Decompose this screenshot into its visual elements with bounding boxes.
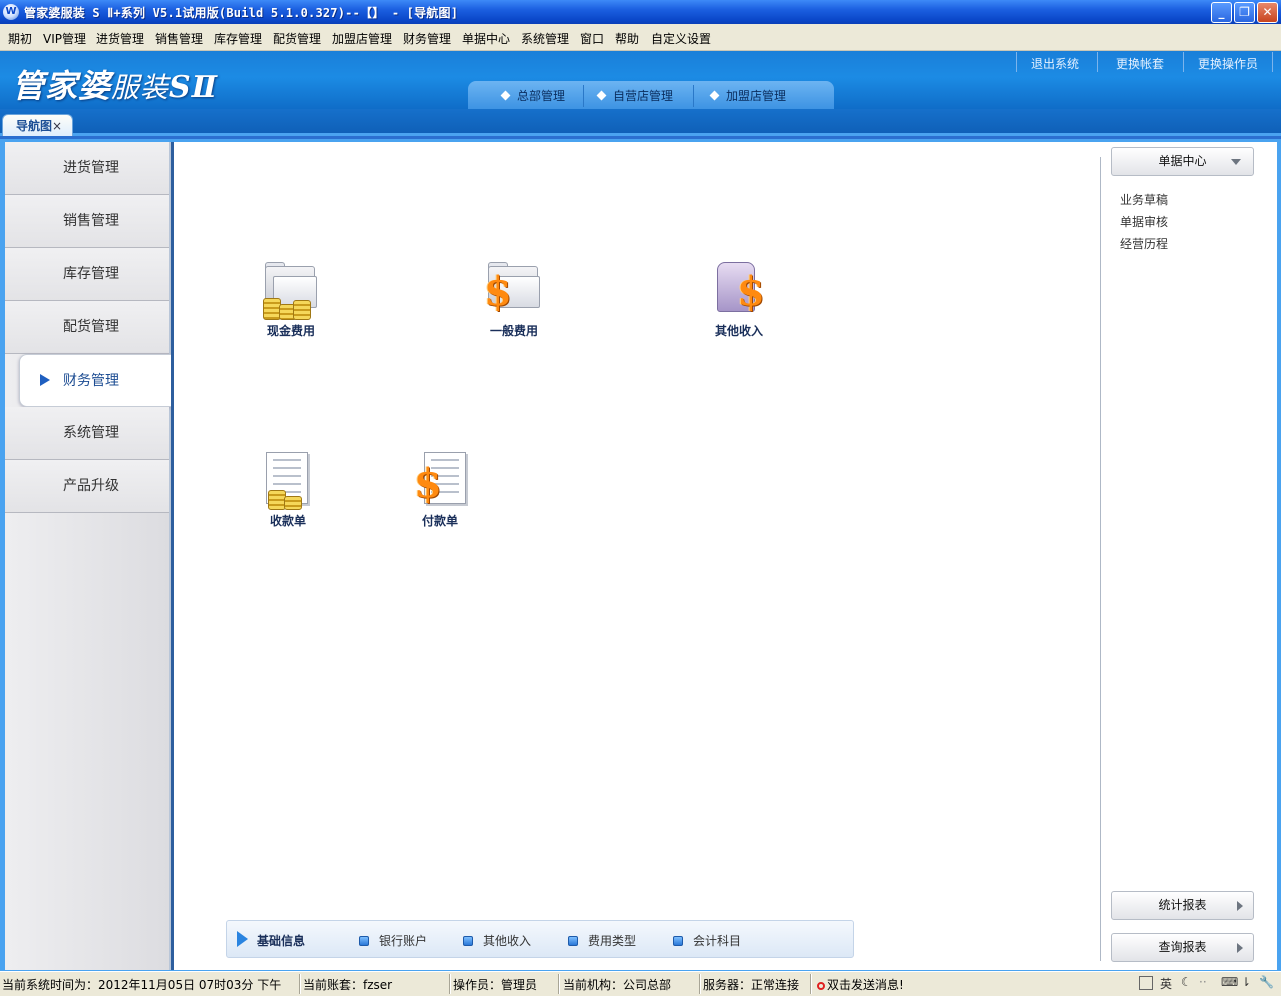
document-dollar-icon: $: [408, 452, 472, 510]
diamond-icon: [709, 90, 720, 101]
system-tray: 英 ☾ ·· ⌨ ⇂ 🔧: [1133, 973, 1281, 995]
business-draft-link[interactable]: 业务草稿: [1120, 191, 1168, 208]
logout-link[interactable]: 退出系统: [1031, 55, 1079, 72]
basic-info-bar: 基础信息 银行账户 其他收入 费用类型 会计科目: [226, 920, 854, 958]
brand-logo: 管家婆服装SⅡ: [12, 67, 218, 105]
accounting-subject-link[interactable]: 会计科目: [673, 932, 741, 949]
stats-report-button[interactable]: 统计报表: [1111, 891, 1254, 920]
tab-navigation-map[interactable]: 导航图×: [2, 114, 73, 136]
bullet-icon: [568, 936, 578, 946]
window-title: 管家婆服装 S Ⅱ+系列 V5.1试用版(Build 5.1.0.327)--【…: [24, 6, 459, 20]
chevron-right-icon: [1237, 901, 1243, 911]
ime-icon[interactable]: [1139, 976, 1153, 990]
menu-item-doc-center[interactable]: 单据中心: [462, 30, 510, 47]
doc-review-link[interactable]: 单据审核: [1120, 213, 1168, 230]
antenna-icon[interactable]: ⇂: [1241, 975, 1251, 989]
menu-item-window[interactable]: 窗口: [580, 30, 604, 47]
menu-item-inventory[interactable]: 库存管理: [214, 30, 262, 47]
send-message-link[interactable]: 双击发送消息!: [817, 976, 904, 993]
close-icon: ✕: [1262, 5, 1273, 19]
menu-item-help[interactable]: 帮助: [615, 30, 639, 47]
ime-language[interactable]: 英: [1160, 975, 1172, 992]
dots-icon: ··: [1199, 975, 1207, 989]
chevron-down-icon: [1231, 159, 1241, 165]
sidebar-item-distribution[interactable]: 配货管理: [5, 301, 169, 354]
minimize-icon: _: [1218, 5, 1225, 19]
status-server: 服务器：正常连接: [703, 978, 800, 992]
menu-item-system[interactable]: 系统管理: [521, 30, 569, 47]
menu-item-purchase[interactable]: 进货管理: [96, 30, 144, 47]
menu-item-custom-settings[interactable]: 自定义设置: [651, 30, 711, 47]
document-coins-icon: [256, 452, 320, 510]
tab-franchise[interactable]: 加盟店管理: [709, 87, 786, 104]
wrench-icon[interactable]: 🔧: [1259, 975, 1274, 989]
module-tabs: 总部管理 自营店管理 加盟店管理: [468, 81, 834, 109]
keyboard-icon[interactable]: ⌨: [1221, 975, 1238, 989]
folder-coins-icon: [259, 262, 323, 320]
other-income-link[interactable]: 其他收入: [463, 932, 531, 949]
business-history-link[interactable]: 经营历程: [1120, 235, 1168, 252]
tab-own-store[interactable]: 自营店管理: [596, 87, 673, 104]
tab-hq[interactable]: 总部管理: [500, 87, 565, 104]
bullet-icon: [359, 936, 369, 946]
status-operator: 操作员：管理员: [453, 978, 538, 992]
app-icon: W: [3, 4, 19, 20]
title-bar: W 管家婆服装 S Ⅱ+系列 V5.1试用版(Build 5.1.0.327)-…: [0, 0, 1281, 24]
payment-shortcut[interactable]: $ 付款单: [404, 452, 476, 529]
shirt-dollar-icon: $: [707, 262, 771, 320]
diamond-icon: [596, 90, 607, 101]
sidebar: 进货管理 销售管理 库存管理 配货管理 财务管理 系统管理 产品升级: [5, 142, 174, 970]
menu-item-finance[interactable]: 财务管理: [403, 30, 451, 47]
sidebar-item-system[interactable]: 系统管理: [5, 407, 169, 460]
status-org: 当前机构：公司总部: [563, 978, 672, 992]
header-banner: 管家婆服装SⅡ 退出系统 更换帐套 更换操作员 总部管理 自营店管理 加盟店管理: [0, 51, 1281, 109]
other-income-shortcut[interactable]: $ 其他收入: [703, 262, 775, 339]
sidebar-item-inventory[interactable]: 库存管理: [5, 248, 169, 301]
menu-item-franchise[interactable]: 加盟店管理: [332, 30, 392, 47]
bank-account-link[interactable]: 银行账户: [359, 932, 427, 949]
moon-icon[interactable]: ☾: [1181, 975, 1192, 989]
close-tab-icon[interactable]: ×: [52, 119, 62, 133]
sidebar-item-finance[interactable]: 财务管理: [19, 354, 174, 407]
diamond-icon: [500, 90, 511, 101]
play-arrow-icon: [237, 931, 248, 947]
document-tab-strip: 导航图×: [0, 109, 1281, 136]
status-account: 当前账套：fzser: [303, 978, 393, 992]
menu-item-opening[interactable]: 期初: [8, 30, 32, 47]
cash-expense-shortcut[interactable]: 现金费用: [255, 262, 327, 339]
restore-button[interactable]: ❐: [1234, 2, 1255, 23]
status-time: 当前系统时间为：2012年11月05日 07时03分 下午: [2, 978, 282, 992]
menu-bar: 期初 VIP管理 进货管理 销售管理 库存管理 配货管理 加盟店管理 财务管理 …: [0, 24, 1281, 51]
status-bar: 当前系统时间为：2012年11月05日 07时03分 下午 当前账套：fzser…: [0, 971, 1281, 996]
sidebar-item-sales[interactable]: 销售管理: [5, 195, 169, 248]
menu-item-vip[interactable]: VIP管理: [43, 30, 86, 47]
sidebar-item-purchase[interactable]: 进货管理: [5, 142, 169, 195]
close-button[interactable]: ✕: [1257, 2, 1278, 23]
doc-center-dropdown[interactable]: 单据中心: [1111, 147, 1254, 176]
receipt-shortcut[interactable]: 收款单: [252, 452, 324, 529]
bullet-icon: [673, 936, 683, 946]
folder-dollar-icon: $: [482, 262, 546, 320]
sidebar-item-upgrade[interactable]: 产品升级: [5, 460, 169, 513]
circle-icon: [817, 982, 825, 990]
menu-item-sales[interactable]: 销售管理: [155, 30, 203, 47]
bullet-icon: [463, 936, 473, 946]
play-arrow-icon: [40, 374, 50, 386]
query-report-button[interactable]: 查询报表: [1111, 933, 1254, 962]
switch-operator-link[interactable]: 更换操作员: [1198, 55, 1258, 72]
basic-info-title: 基础信息: [257, 934, 306, 948]
chevron-right-icon: [1237, 943, 1243, 953]
restore-icon: ❐: [1239, 5, 1250, 19]
minimize-button[interactable]: _: [1211, 2, 1232, 23]
switch-account-link[interactable]: 更换帐套: [1116, 55, 1164, 72]
general-expense-shortcut[interactable]: $ 一般费用: [478, 262, 550, 339]
expense-type-link[interactable]: 费用类型: [568, 932, 636, 949]
menu-item-distribution[interactable]: 配货管理: [273, 30, 321, 47]
